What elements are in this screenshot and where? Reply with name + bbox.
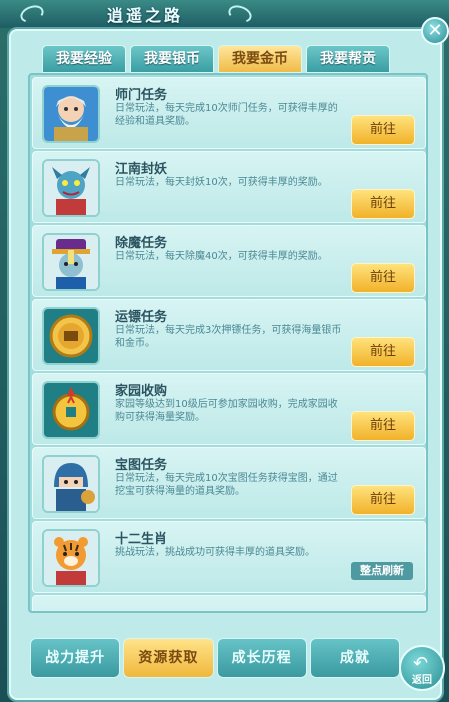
- zombie-official-portrait-icon: [42, 233, 100, 291]
- go-button[interactable]: 前往: [351, 115, 415, 145]
- quest-title: 江南封妖: [115, 162, 168, 177]
- list-item: 运镖任务 日常玩法，每天完成3次押镖任务，可获得海量银币和金币。 前往: [32, 299, 426, 371]
- quest-title: 师门任务: [115, 88, 168, 103]
- quest-title: 十二生肖: [115, 532, 168, 547]
- go-button[interactable]: 前往: [351, 263, 415, 293]
- quest-description: 家园等级达到10级后可参加家园收购，完成家园收购可获得海量奖励。: [115, 399, 338, 423]
- bottom-nav: 战力提升 资源获取 成长历程 成就: [30, 638, 400, 684]
- status-badge: 整点刷新: [351, 562, 413, 580]
- quest-list[interactable]: 师门任务 日常玩法，每天完成10次师门任务，可获得丰厚的经验和道具奖励。 前往 …: [28, 73, 428, 613]
- quest-title: 家园收购: [115, 384, 168, 399]
- tab-guild-contribution[interactable]: 我要帮贡: [306, 45, 390, 73]
- game-screen: 逍遥之路 ✕ 我要经验 我要银币 我要金币 我要帮贡 师门任务 日常玩法，每天完…: [0, 0, 449, 702]
- nav-power-up-button[interactable]: 战力提升: [30, 638, 121, 678]
- escort-coin-icon: [42, 307, 100, 365]
- cloud-ornament-icon: [17, 2, 47, 26]
- gold-coin-icon: [42, 381, 100, 439]
- go-button[interactable]: 前往: [351, 411, 415, 441]
- back-label: 返回: [412, 675, 432, 686]
- list-item: 家园收购 家园等级达到10级后可参加家园收购，完成家园收购可获得海量奖励。 前往: [32, 373, 426, 445]
- nav-resources-button[interactable]: 资源获取: [123, 638, 214, 678]
- cloud-ornament-icon: [225, 2, 255, 26]
- list-item: [32, 595, 426, 611]
- tab-bar: 我要经验 我要银币 我要金币 我要帮贡: [42, 45, 390, 73]
- nav-achievements-button[interactable]: 成就: [309, 638, 400, 678]
- go-button[interactable]: 前往: [351, 485, 415, 515]
- tab-silver[interactable]: 我要银币: [130, 45, 214, 73]
- quest-description: 日常玩法，每天完成3次押镖任务，可获得海量银币和金币。: [115, 325, 342, 349]
- list-item: 宝图任务 日常玩法，每天完成10次宝图任务获得宝图，通过挖宝可获得海量的道具奖励…: [32, 447, 426, 519]
- list-item: 江南封妖 日常玩法，每天封妖10次，可获得丰厚的奖励。 前往: [32, 151, 426, 223]
- list-item: 师门任务 日常玩法，每天完成10次师门任务，可获得丰厚的经验和道具奖励。 前往: [32, 77, 426, 149]
- quest-title: 运镖任务: [115, 310, 168, 325]
- back-button[interactable]: ↶ 返回: [399, 645, 445, 691]
- quest-description: 日常玩法，每天封妖10次，可获得丰厚的奖励。: [115, 177, 328, 188]
- tiger-portrait-icon: [42, 529, 100, 587]
- nav-growth-history-button[interactable]: 成长历程: [216, 638, 307, 678]
- close-icon[interactable]: ✕: [421, 17, 449, 45]
- title-banner: 逍遥之路: [0, 0, 449, 28]
- quest-description: 挑战玩法，挑战成功可获得丰厚的道具奖励。: [115, 547, 315, 558]
- old-master-portrait-icon: [42, 85, 100, 143]
- demon-portrait-icon: [42, 159, 100, 217]
- quest-description: 日常玩法，每天除魔40次，可获得丰厚的奖励。: [115, 251, 328, 262]
- tab-gold[interactable]: 我要金币: [218, 45, 302, 73]
- quest-description: 日常玩法，每天完成10次师门任务，可获得丰厚的经验和道具奖励。: [115, 103, 338, 127]
- list-item: 十二生肖 挑战玩法，挑战成功可获得丰厚的道具奖励。 整点刷新: [32, 521, 426, 593]
- quest-description: 日常玩法，每天完成10次宝图任务获得宝图，通过挖宝可获得海量的道具奖励。: [115, 473, 338, 497]
- quest-title: 宝图任务: [115, 458, 168, 473]
- list-item: 除魔任务 日常玩法，每天除魔40次，可获得丰厚的奖励。 前往: [32, 225, 426, 297]
- window-title: 逍遥之路: [106, 6, 183, 25]
- quest-title: 除魔任务: [115, 236, 168, 251]
- go-button[interactable]: 前往: [351, 189, 415, 219]
- ninja-portrait-icon: [42, 455, 100, 513]
- tab-experience[interactable]: 我要经验: [42, 45, 126, 73]
- go-button[interactable]: 前往: [351, 337, 415, 367]
